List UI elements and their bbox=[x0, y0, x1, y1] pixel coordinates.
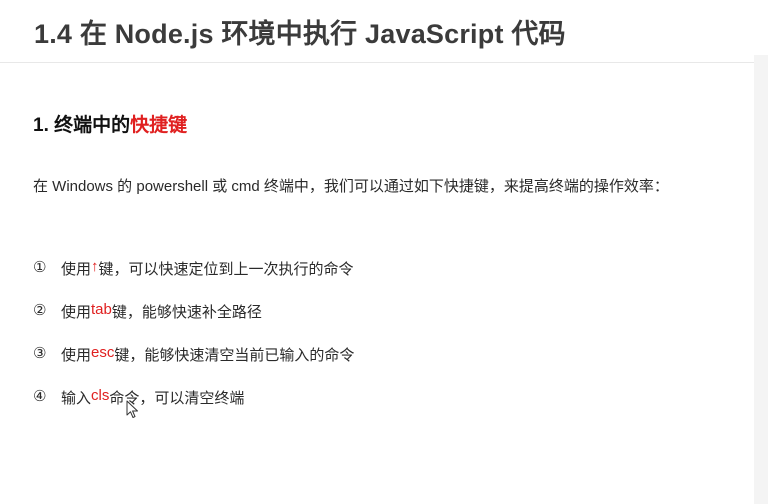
item-text-after: 键，可以快速定位到上一次执行的命令 bbox=[98, 261, 354, 278]
section-number: 1. bbox=[33, 115, 49, 136]
list-marker: ④ bbox=[33, 388, 47, 405]
list-marker: ② bbox=[33, 302, 47, 319]
page-title: 1.4 在 Node.js 环境中执行 JavaScript 代码 bbox=[34, 19, 566, 49]
list-item-3: ③ 使用 esc 键，能够快速清空当前已输入的命令 bbox=[33, 344, 354, 387]
item-text-after: 键，能够快速清空当前已输入的命令 bbox=[114, 347, 355, 364]
item-text-before: 使用 bbox=[61, 304, 92, 321]
list-item-2: ② 使用 tab 键，能够快速补全路径 bbox=[33, 301, 354, 344]
mouse-pointer-icon bbox=[126, 400, 138, 418]
tab-key: tab bbox=[91, 301, 112, 318]
item-text-before: 输入 bbox=[61, 390, 92, 407]
item-text-before: 使用 bbox=[61, 347, 92, 364]
list-marker: ③ bbox=[33, 345, 47, 362]
list-marker: ① bbox=[33, 259, 47, 276]
section-title-plain: 终端中的 bbox=[54, 115, 131, 136]
up-arrow-key: ↑ bbox=[91, 258, 99, 275]
slide: 1.4 在 Node.js 环境中执行 JavaScript 代码 1. 终端中… bbox=[0, 0, 768, 504]
title-divider bbox=[0, 62, 768, 63]
item-text-after: 键，能够快速补全路径 bbox=[111, 304, 262, 321]
list-item-4: ④ 输入 cls 命令，可以清空终端 bbox=[33, 387, 354, 430]
section-heading: 1. 终端中的快捷键 bbox=[33, 110, 187, 137]
side-panel-edge bbox=[754, 55, 768, 504]
cls-command: cls bbox=[91, 387, 110, 404]
esc-key: esc bbox=[91, 344, 115, 361]
item-text-before: 使用 bbox=[61, 261, 92, 278]
intro-paragraph: 在 Windows 的 powershell 或 cmd 终端中，我们可以通过如… bbox=[33, 178, 669, 195]
list-item-1: ① 使用 ↑ 键，可以快速定位到上一次执行的命令 bbox=[33, 258, 354, 301]
section-title-highlight: 快捷键 bbox=[130, 115, 188, 136]
shortcut-list: ① 使用 ↑ 键，可以快速定位到上一次执行的命令 ② 使用 tab 键，能够快速… bbox=[33, 258, 354, 430]
